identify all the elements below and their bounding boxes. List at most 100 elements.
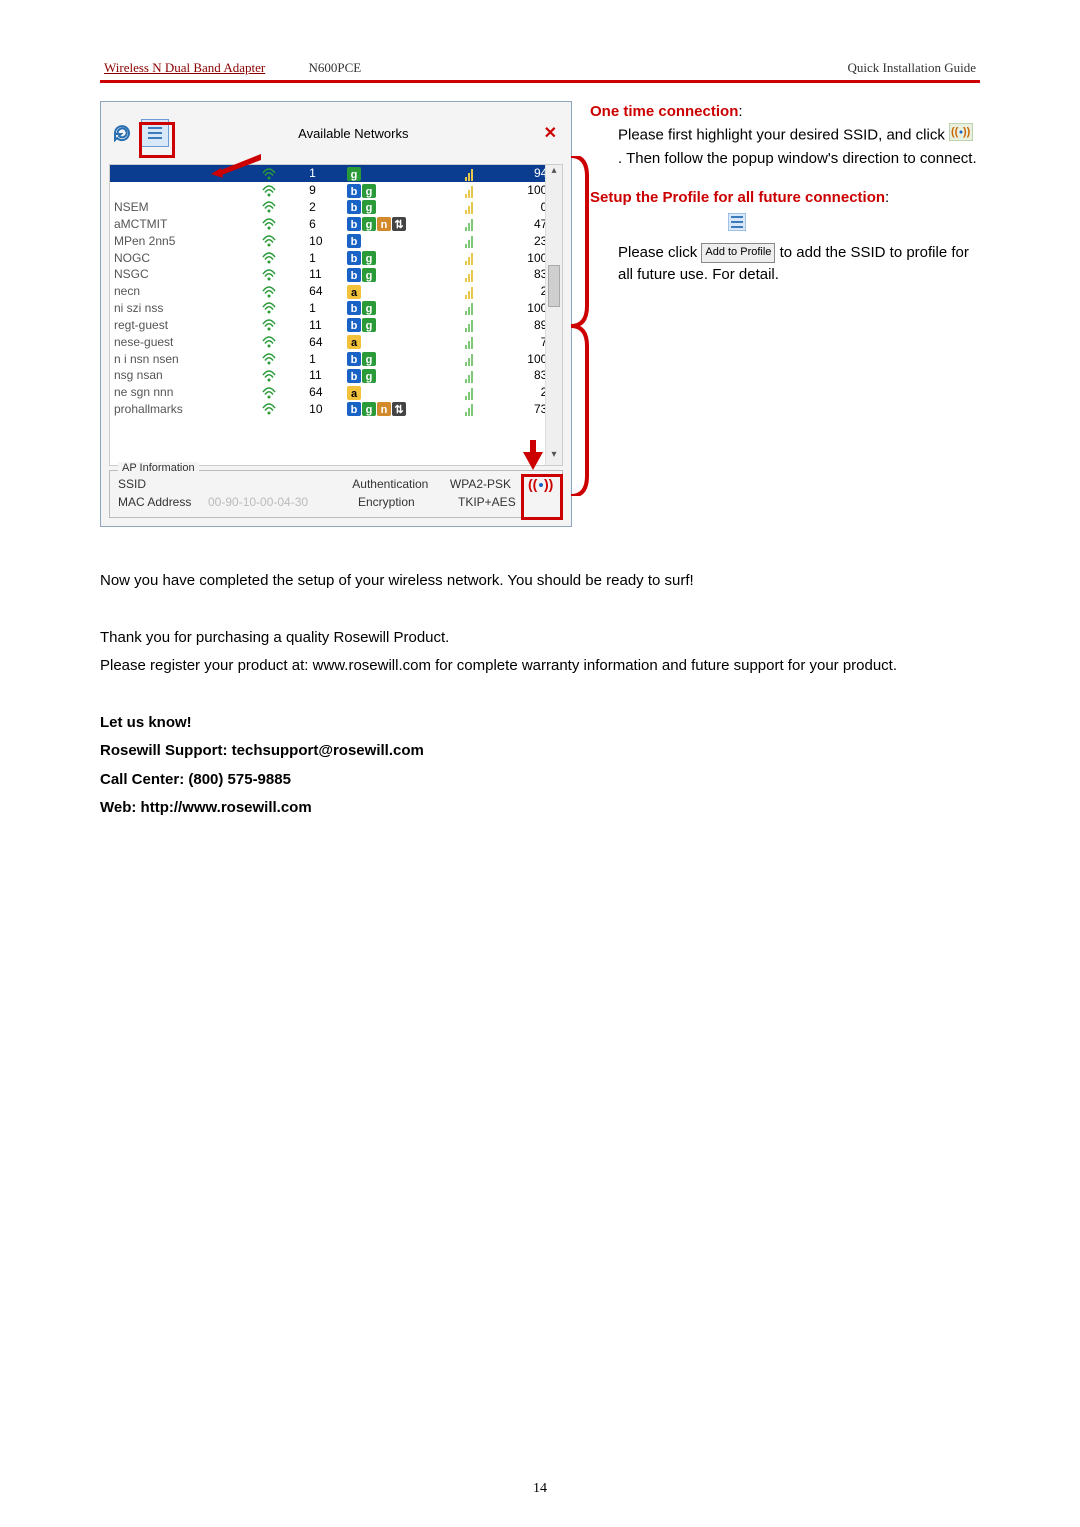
scroll-down-icon[interactable]: ▾: [546, 449, 562, 465]
wifi-icon: [258, 283, 305, 300]
mode-icons: a: [343, 384, 461, 401]
ssid-cell: [110, 182, 258, 199]
channel-cell: 6: [305, 215, 343, 232]
mode-icons: bg: [343, 350, 461, 367]
svg-text:a: a: [351, 287, 358, 299]
ssid-cell: n i nsn nsen: [110, 350, 258, 367]
network-row[interactable]: NOGC1bg100%: [110, 249, 562, 266]
mode-icons: bg: [343, 316, 461, 333]
network-row[interactable]: MPen 2nn510b23%: [110, 232, 562, 249]
product-link[interactable]: Wireless N Dual Band Adapter: [104, 60, 265, 75]
svg-text:g: g: [366, 253, 373, 265]
network-list[interactable]: 1g94%9bg100%NSEM2bg0%aMCTMIT6bgn⇅47%MPen…: [109, 164, 563, 466]
setup-text-1: Please click: [618, 244, 701, 261]
scrollbar-thumb[interactable]: [548, 265, 560, 307]
svg-text:b: b: [351, 236, 358, 248]
channel-cell: 1: [305, 350, 343, 367]
signal-icon: [461, 316, 494, 333]
svg-text:b: b: [351, 186, 358, 198]
network-row[interactable]: ni szi nss1bg100%: [110, 300, 562, 317]
svg-text:b: b: [351, 219, 358, 231]
channel-cell: 64: [305, 283, 343, 300]
svg-text:a: a: [351, 337, 358, 349]
channel-cell: 1: [305, 165, 343, 182]
mode-icons: bg: [343, 182, 461, 199]
guide-label: Quick Installation Guide: [847, 60, 976, 76]
auth-label: Authentication: [352, 477, 450, 493]
ssid-cell: nsg nsan: [110, 367, 258, 384]
svg-text:((: ((: [528, 477, 538, 492]
instructions-column: One time connection: Please first highli…: [590, 101, 980, 285]
support-text: Rosewill Support: techsupport@rosewill.c…: [100, 742, 424, 759]
mode-icons: a: [343, 283, 461, 300]
svg-text:b: b: [351, 371, 358, 383]
network-row[interactable]: n i nsn nsen1bg100%: [110, 350, 562, 367]
ssid-cell: NSEM: [110, 199, 258, 216]
setup-heading: Setup the Profile for all future connect…: [590, 189, 885, 206]
auth-value: WPA2-PSK: [450, 477, 528, 493]
signal-icon: [461, 283, 494, 300]
ssid-cell: NSGC: [110, 266, 258, 283]
channel-cell: 10: [305, 401, 343, 418]
mac-label: MAC Address: [118, 495, 208, 509]
window-title: Available Networks: [169, 126, 538, 141]
scroll-up-icon[interactable]: ▴: [546, 165, 562, 181]
svg-text:b: b: [351, 404, 358, 416]
network-row[interactable]: 9bg100%: [110, 182, 562, 199]
ssid-value: [206, 477, 352, 493]
signal-icon: [461, 165, 494, 182]
connect-icon-inline: (()): [949, 128, 973, 145]
wifi-icon: [258, 350, 305, 367]
wifi-icon: [258, 316, 305, 333]
mode-icons: bgn⇅: [343, 215, 461, 232]
network-row[interactable]: necn64a2%: [110, 283, 562, 300]
connect-icon[interactable]: (()): [528, 477, 554, 493]
network-row[interactable]: NSEM2bg0%: [110, 199, 562, 216]
ssid-label: SSID: [118, 477, 206, 493]
ssid-cell: necn: [110, 283, 258, 300]
signal-icon: [461, 300, 494, 317]
refresh-icon[interactable]: [109, 120, 135, 146]
svg-text:g: g: [366, 186, 373, 198]
network-row[interactable]: regt-guest11bg89%: [110, 316, 562, 333]
network-row[interactable]: NSGC11bg83%: [110, 266, 562, 283]
mode-icons: g: [343, 165, 461, 182]
onetime-text-1: Please first highlight your desired SSID…: [618, 126, 949, 143]
ssid-cell: NOGC: [110, 249, 258, 266]
header-divider: [100, 80, 980, 83]
ap-info-legend: AP Information: [118, 462, 199, 474]
ssid-cell: prohallmarks: [110, 401, 258, 418]
signal-icon: [461, 199, 494, 216]
svg-text:g: g: [366, 404, 373, 416]
scrollbar[interactable]: ▴ ▾: [545, 165, 562, 465]
signal-icon: [461, 232, 494, 249]
mac-value: 00-90-10-00-04-30: [208, 495, 358, 509]
thank-text: Thank you for purchasing a quality Rosew…: [100, 629, 449, 646]
mode-icons: b: [343, 232, 461, 249]
network-row[interactable]: aMCTMIT6bgn⇅47%: [110, 215, 562, 232]
ssid-cell: ni szi nss: [110, 300, 258, 317]
network-row[interactable]: nese-guest64a7%: [110, 333, 562, 350]
page-number: 14: [0, 1481, 1080, 1497]
profile-list-icon[interactable]: [141, 119, 169, 147]
enc-value: TKIP+AES: [458, 495, 538, 509]
network-row[interactable]: prohallmarks10bgn⇅73%: [110, 401, 562, 418]
onetime-heading: One time connection: [590, 103, 738, 120]
network-row[interactable]: nsg nsan11bg83%: [110, 367, 562, 384]
svg-text:b: b: [351, 354, 358, 366]
add-to-profile-button[interactable]: Add to Profile: [701, 243, 775, 263]
svg-text:a: a: [351, 388, 358, 400]
model-name: N600PCE: [308, 60, 361, 75]
letus-text: Let us know!: [100, 714, 192, 731]
network-row[interactable]: ne sgn nnn64a2%: [110, 384, 562, 401]
close-icon[interactable]: ✕: [538, 123, 563, 143]
channel-cell: 1: [305, 249, 343, 266]
channel-cell: 11: [305, 266, 343, 283]
network-row[interactable]: 1g94%: [110, 165, 562, 182]
channel-cell: 11: [305, 367, 343, 384]
wifi-icon: [258, 165, 305, 182]
channel-cell: 11: [305, 316, 343, 333]
channel-cell: 10: [305, 232, 343, 249]
svg-text:g: g: [366, 219, 373, 231]
channel-cell: 2: [305, 199, 343, 216]
